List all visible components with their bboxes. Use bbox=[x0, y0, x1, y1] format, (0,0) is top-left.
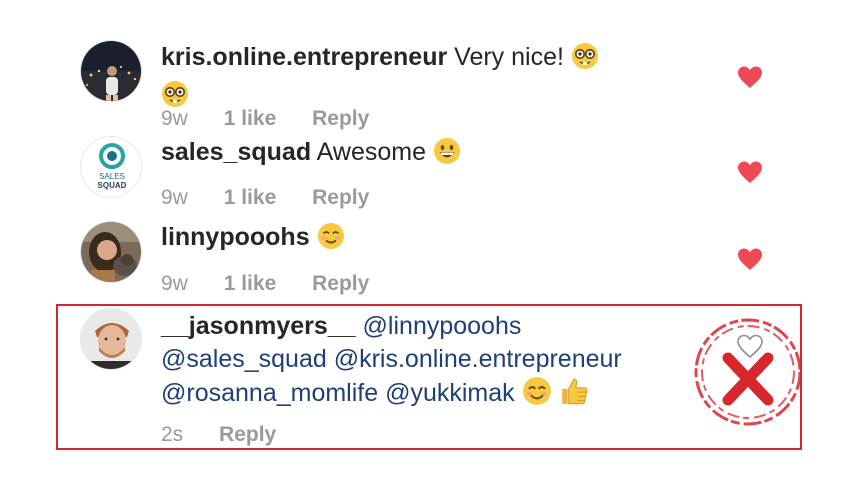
heart-filled-icon[interactable] bbox=[737, 65, 763, 89]
comment-meta: 9w 1 like Reply bbox=[161, 106, 399, 132]
comment-body: Awesome bbox=[316, 138, 426, 166]
thumbs-up-emoji bbox=[559, 376, 589, 415]
comment-time: 2s bbox=[161, 423, 184, 446]
comment-time: 9w bbox=[161, 107, 188, 130]
reply-button[interactable]: Reply bbox=[312, 186, 369, 209]
comment-username[interactable]: sales_squad bbox=[161, 138, 311, 166]
reply-button[interactable]: Reply bbox=[312, 272, 369, 295]
heart-filled-icon[interactable] bbox=[737, 160, 763, 184]
comment-text: linnypooohs bbox=[161, 221, 681, 259]
avatar[interactable] bbox=[80, 308, 142, 370]
grinning-face-emoji bbox=[433, 137, 461, 174]
comment-text: sales_squad Awesome bbox=[161, 136, 681, 174]
avatar[interactable]: SALES SQUAD bbox=[80, 136, 142, 198]
mention-link[interactable]: @sales_squad bbox=[161, 345, 327, 373]
smiling-face-emoji bbox=[317, 222, 345, 259]
comment-likes[interactable]: 1 like bbox=[224, 272, 277, 295]
svg-text:SQUAD: SQUAD bbox=[98, 181, 127, 190]
comment-meta: 9w 1 like Reply bbox=[161, 271, 399, 297]
comment-username[interactable]: linnypooohs bbox=[161, 223, 310, 251]
red-x-stamp-icon bbox=[692, 316, 804, 428]
comment-username[interactable]: __jasonmyers__ bbox=[161, 312, 356, 340]
mention-link[interactable]: @rosanna_momlife bbox=[161, 379, 378, 407]
nerd-face-emoji bbox=[571, 42, 599, 79]
avatar[interactable] bbox=[80, 40, 142, 102]
reply-button[interactable]: Reply bbox=[219, 423, 276, 446]
comment-username[interactable]: kris.online.entrepreneur bbox=[161, 43, 447, 71]
avatar-text: SALES bbox=[99, 172, 125, 181]
mention-link[interactable]: @kris.online.entrepreneur bbox=[334, 345, 622, 373]
mention-link[interactable]: @yukkimak bbox=[385, 379, 515, 407]
comment-meta: 2s Reply bbox=[161, 422, 306, 448]
heart-filled-icon[interactable] bbox=[737, 247, 763, 271]
comment-text: __jasonmyers__ @linnypooohs @sales_squad… bbox=[161, 310, 701, 415]
avatar[interactable] bbox=[80, 221, 142, 283]
comment-likes[interactable]: 1 like bbox=[224, 107, 277, 130]
comment-body: Very nice! bbox=[454, 43, 564, 71]
comment-time: 9w bbox=[161, 186, 188, 209]
comment-likes[interactable]: 1 like bbox=[224, 186, 277, 209]
smiling-eyes-emoji bbox=[522, 376, 552, 415]
comment-time: 9w bbox=[161, 272, 188, 295]
reply-button[interactable]: Reply bbox=[312, 107, 369, 130]
mention-link[interactable]: @linnypooohs bbox=[363, 312, 522, 340]
comment-meta: 9w 1 like Reply bbox=[161, 185, 399, 211]
